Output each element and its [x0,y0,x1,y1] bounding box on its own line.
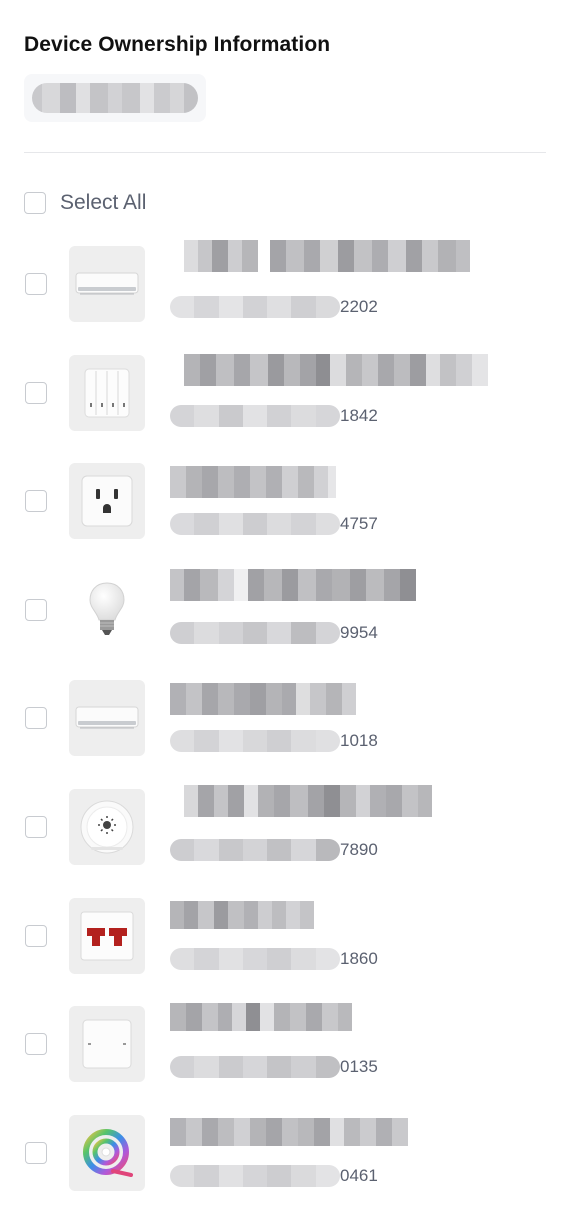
select-all-control[interactable]: Select All [24,190,146,216]
device-row[interactable]: 4757 [0,462,566,571]
device-row[interactable]: 7890 [0,784,566,897]
device-checkbox[interactable] [25,273,47,295]
device-list: 2202 1842 4757 9954 1018 7890 1860 0135 … [0,240,566,1222]
device-id: 0135 [170,1055,378,1079]
device-id: 7890 [170,838,378,862]
device-row[interactable]: 2202 [0,240,566,354]
device-checkbox[interactable] [25,1033,47,1056]
device-id: 1860 [170,947,378,971]
single-switch-icon [69,1006,145,1083]
account-chip-redacted [24,74,206,122]
device-id: 9954 [170,621,378,645]
four-gang-switch-icon [69,354,145,431]
device-row[interactable]: 1860 [0,897,566,1006]
device-name-redacted [170,568,416,601]
device-name-redacted [170,683,356,716]
device-name-redacted [184,240,470,272]
air-conditioner-icon [69,680,145,757]
air-conditioner-icon [69,246,145,322]
device-id-suffix: 1860 [340,948,378,968]
select-all-checkbox[interactable] [24,192,46,214]
device-row[interactable]: 9954 [0,568,566,680]
divider [24,152,546,153]
device-name-redacted [170,1117,408,1146]
device-row[interactable]: 1018 [0,679,566,788]
device-id: 4757 [170,512,378,536]
device-id-suffix: 0461 [340,1165,378,1185]
device-id: 1018 [170,729,378,753]
dual-switch-icon [69,897,145,974]
device-id-suffix: 1842 [340,405,378,425]
device-id-suffix: 1018 [340,731,378,751]
device-id-suffix: 7890 [340,839,378,859]
device-row[interactable]: 1842 [0,353,566,463]
device-checkbox[interactable] [25,381,47,404]
device-checkbox[interactable] [25,924,47,947]
device-checkbox[interactable] [25,707,47,730]
device-row[interactable]: 0135 [0,1003,566,1114]
page-title: Device Ownership Information [24,33,331,56]
device-name-redacted [170,466,336,499]
device-id-suffix: 2202 [340,297,378,316]
device-name-redacted [184,353,488,386]
device-id: 1842 [170,404,378,428]
light-sensor-icon [69,788,145,865]
select-all-label: Select All [60,191,147,214]
device-name-redacted [170,1003,352,1032]
device-id: 0461 [170,1164,378,1188]
wall-socket-icon [69,463,145,540]
device-id-suffix: 9954 [340,622,378,642]
device-checkbox[interactable] [25,490,47,513]
device-row[interactable]: 0461 [0,1114,566,1222]
device-id-suffix: 0135 [340,1057,378,1077]
light-bulb-icon [69,572,145,648]
device-name-redacted [184,784,432,817]
device-checkbox[interactable] [25,598,47,621]
device-id: 2202 [170,295,378,319]
light-strip-icon [69,1114,145,1191]
device-checkbox[interactable] [25,815,47,838]
device-id-suffix: 4757 [340,514,378,534]
device-checkbox[interactable] [25,1141,47,1164]
device-name-redacted [170,900,314,929]
